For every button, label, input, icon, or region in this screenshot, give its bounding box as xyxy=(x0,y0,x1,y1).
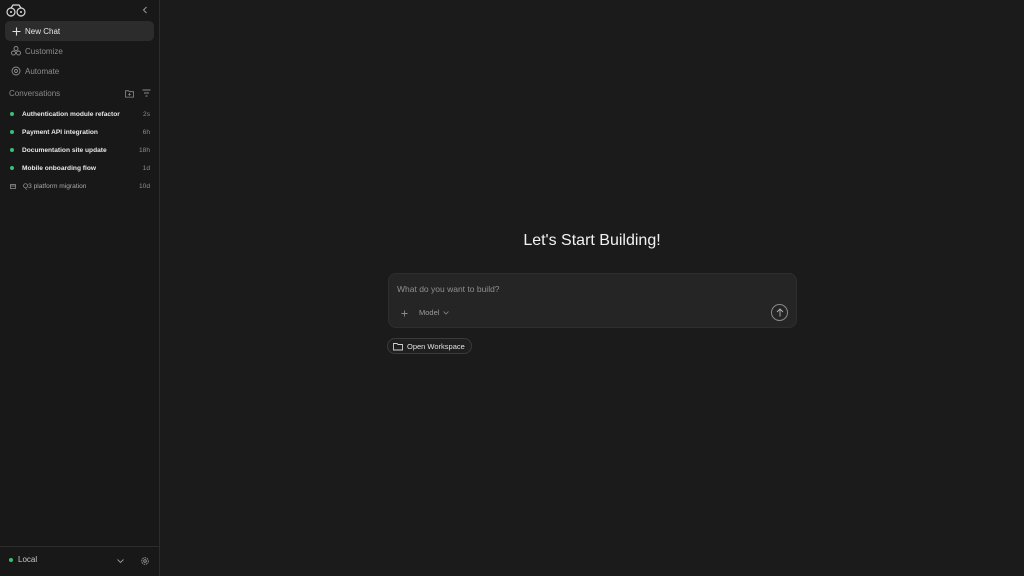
active-status-dot xyxy=(10,166,14,170)
active-status-dot xyxy=(10,148,14,152)
automate-button[interactable]: Automate xyxy=(5,61,154,81)
conversation-title: Authentication module refactor xyxy=(22,110,120,118)
folder-icon xyxy=(393,342,403,351)
conversation-time: 18h xyxy=(138,146,150,154)
prompt-input[interactable] xyxy=(397,282,777,296)
conversation-item[interactable]: Mobile onboarding flow 1d xyxy=(10,161,150,175)
sidebar-footer: Local xyxy=(0,546,159,576)
conversations-title: Conversations xyxy=(9,88,61,98)
conversation-time: 10d xyxy=(138,182,150,190)
conversation-title: Payment API integration xyxy=(22,128,98,136)
environment-status-dot xyxy=(9,557,13,562)
conversation-time: 6h xyxy=(142,128,150,136)
page-title: Let's Start Building! xyxy=(523,232,661,249)
archive-icon xyxy=(10,183,16,189)
conversation-title: Q3 platform migration xyxy=(23,182,87,190)
conversation-item[interactable]: Authentication module refactor 2s xyxy=(10,107,150,121)
open-workspace-button[interactable]: Open Workspace xyxy=(387,338,472,354)
model-label: Model xyxy=(419,308,440,317)
active-status-dot xyxy=(10,112,14,116)
logo-icon xyxy=(6,4,26,18)
sidebar-header xyxy=(0,0,159,22)
gear-icon[interactable] xyxy=(140,556,150,566)
chevron-down-icon[interactable] xyxy=(116,557,124,565)
arrow-up-icon xyxy=(776,308,783,317)
conversation-title: Mobile onboarding flow xyxy=(22,164,96,172)
collapse-sidebar-icon[interactable] xyxy=(139,4,151,16)
chevron-down-icon xyxy=(443,310,450,316)
app-window: New Chat Customize Automate Conversation… xyxy=(0,0,1024,576)
conversation-item[interactable]: Payment API integration 6h xyxy=(10,125,150,139)
customize-icon xyxy=(11,46,21,56)
conversation-item[interactable]: Documentation site update 18h xyxy=(10,143,150,157)
add-attachment-icon[interactable] xyxy=(399,308,409,318)
conversation-time: 2s xyxy=(143,110,150,118)
environment-selector[interactable]: Local xyxy=(9,555,37,564)
customize-button[interactable]: Customize xyxy=(5,41,154,61)
main-panel: Let's Start Building! Model Op xyxy=(160,0,1024,576)
customize-label: Customize xyxy=(25,46,63,56)
sidebar: New Chat Customize Automate Conversation… xyxy=(0,0,160,576)
plus-icon xyxy=(11,26,21,36)
automate-icon xyxy=(11,66,21,76)
conversation-time: 1d xyxy=(142,164,150,172)
open-workspace-label: Open Workspace xyxy=(407,341,465,351)
conversation-item[interactable]: Q3 platform migration 10d xyxy=(10,179,150,193)
automate-label: Automate xyxy=(25,66,60,76)
conversations-header: Conversations xyxy=(9,86,151,100)
active-status-dot xyxy=(10,130,14,134)
prompt-composer: Model xyxy=(388,273,797,328)
filter-icon[interactable] xyxy=(142,89,151,98)
new-chat-button[interactable]: New Chat xyxy=(5,21,154,41)
conversation-title: Documentation site update xyxy=(22,146,107,154)
model-selector[interactable]: Model xyxy=(419,308,450,317)
environment-label: Local xyxy=(18,555,38,564)
new-chat-label: New Chat xyxy=(25,26,61,36)
new-folder-icon[interactable] xyxy=(125,89,134,98)
send-button[interactable] xyxy=(771,304,788,321)
